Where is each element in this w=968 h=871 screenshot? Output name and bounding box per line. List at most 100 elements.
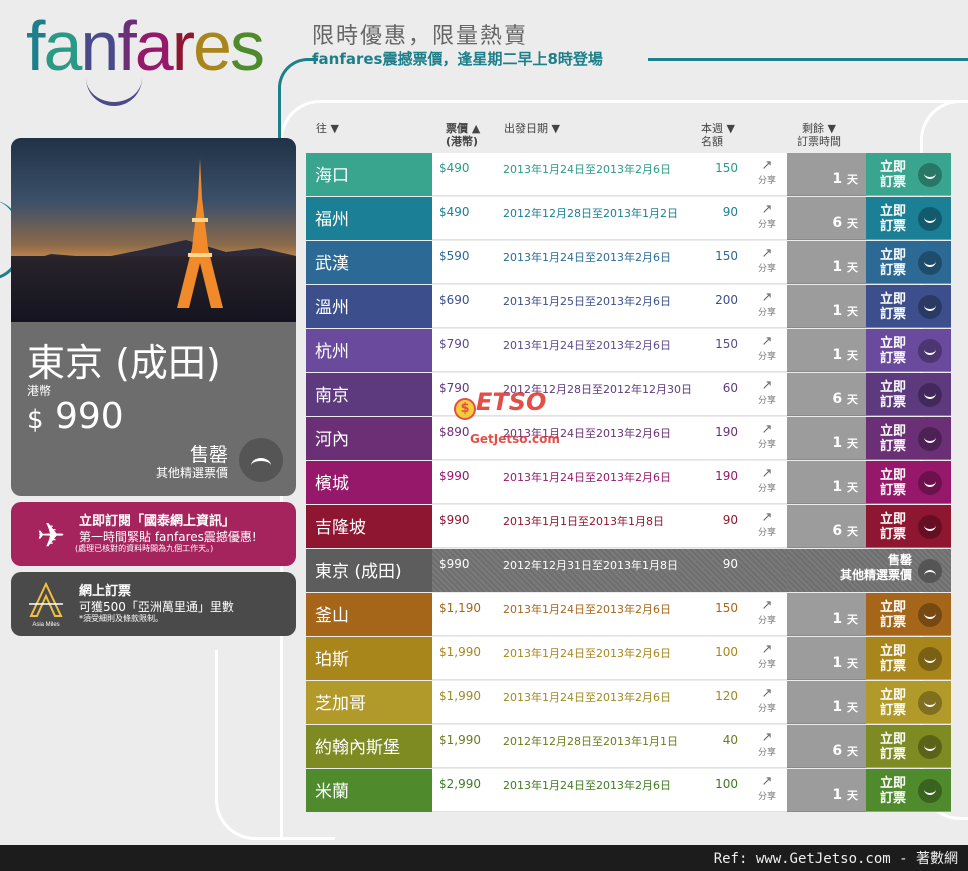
- share-button[interactable]: ↗ 分享: [752, 687, 782, 716]
- book-now-button[interactable]: 立即訂票: [866, 417, 951, 460]
- share-button[interactable]: ↗ 分享: [752, 379, 782, 408]
- featured-other-fares-link[interactable]: 其他精選票價: [156, 464, 228, 481]
- featured-sold-out: 售罄: [189, 444, 228, 466]
- book-now-button[interactable]: 立即訂票: [866, 153, 951, 196]
- fare-destination[interactable]: 檳城: [306, 461, 432, 504]
- share-button[interactable]: ↗ 分享: [752, 731, 782, 760]
- remaining-time: 1 天: [787, 241, 866, 284]
- book-now-button[interactable]: 立即訂票: [866, 285, 951, 328]
- fare-row[interactable]: 珀斯 $1,990 2013年1月24日至2013年2月6日 100 ↗ 分享 1 天立即訂…: [306, 637, 951, 680]
- fare-price: $2,990: [439, 777, 481, 791]
- fare-destination[interactable]: 芝加哥: [306, 681, 432, 724]
- fare-destination[interactable]: 海口: [306, 153, 432, 196]
- fare-row[interactable]: 福州 $490 2012年12月28日至2013年1月2日 90 ↗ 分享 6 天立即訂票: [306, 197, 951, 240]
- fare-destination[interactable]: 杭州: [306, 329, 432, 372]
- fare-destination[interactable]: 福州: [306, 197, 432, 240]
- fare-row[interactable]: 釜山 $1,190 2013年1月24日至2013年2月6日 150 ↗ 分享 1 天立即訂…: [306, 593, 951, 636]
- fare-price: $590: [439, 249, 470, 263]
- fare-row[interactable]: 米蘭 $2,990 2013年1月24日至2013年2月6日 100 ↗ 分享 1 天立即訂…: [306, 769, 951, 812]
- fare-row[interactable]: 約翰內斯堡 $1,990 2012年12月28日至2013年1月1日 40 ↗ 分享 6 天…: [306, 725, 951, 768]
- fare-destination[interactable]: 約翰內斯堡: [306, 725, 432, 768]
- sort-date-header[interactable]: 出發日期 ▼: [504, 122, 560, 135]
- share-button[interactable]: ↗ 分享: [752, 599, 782, 628]
- share-button[interactable]: ↗ 分享: [752, 467, 782, 496]
- fare-destination[interactable]: 東京 (成田): [306, 549, 432, 592]
- fare-destination[interactable]: 珀斯: [306, 637, 432, 680]
- fanfares-logo[interactable]: fanfares: [26, 6, 286, 106]
- book-now-button[interactable]: 立即訂票: [866, 373, 951, 416]
- share-button[interactable]: ↗ 分享: [752, 423, 782, 452]
- book-now-button[interactable]: 立即訂票: [866, 241, 951, 284]
- smile-icon: [918, 779, 942, 803]
- share-button[interactable]: ↗ 分享: [752, 291, 782, 320]
- book-now-button[interactable]: 立即訂票: [866, 637, 951, 680]
- book-now-button[interactable]: 立即訂票: [866, 681, 951, 724]
- book-now-button[interactable]: 立即訂票: [866, 593, 951, 636]
- share-button[interactable]: ↗ 分享: [752, 335, 782, 364]
- smile-icon: [918, 471, 942, 495]
- fare-destination[interactable]: 吉隆坡: [306, 505, 432, 548]
- smile-icon: [918, 163, 942, 187]
- fare-destination[interactable]: 溫州: [306, 285, 432, 328]
- fare-destination[interactable]: 釜山: [306, 593, 432, 636]
- featured-destination-name: 東京 (成田): [27, 341, 221, 385]
- featured-price-value: 990: [55, 396, 124, 437]
- asia-miles-promo-banner[interactable]: Asia Miles 網上訂票 可獲500「亞洲萬里通」里數 *須受細則及條款限…: [11, 572, 296, 636]
- featured-smile-button[interactable]: [239, 438, 283, 482]
- promo-subscribe-title: 立即訂閱「國泰網上資訊」: [79, 514, 236, 529]
- share-button[interactable]: ↗ 分享: [752, 247, 782, 276]
- fare-seats: 90: [722, 205, 738, 219]
- fare-price: $490: [439, 161, 470, 175]
- fare-row[interactable]: 芝加哥 $1,990 2013年1月24日至2013年2月6日 120 ↗ 分享 1 天立即…: [306, 681, 951, 724]
- fare-row[interactable]: 杭州 $790 2013年1月24日至2013年2月6日 150 ↗ 分享 1 天立即訂票: [306, 329, 951, 372]
- book-now-label: 立即訂票: [880, 688, 907, 718]
- book-now-button[interactable]: 立即訂票: [866, 461, 951, 504]
- book-now-button[interactable]: 立即訂票: [866, 197, 951, 240]
- fare-travel-dates: 2013年1月1日至2013年1月8日: [503, 515, 664, 528]
- remaining-unit: 天: [847, 349, 858, 362]
- share-button[interactable]: ↗ 分享: [752, 159, 782, 188]
- sort-remain-header[interactable]: 剩餘 ▼ 訂票時間: [797, 122, 841, 148]
- sold-out-label[interactable]: 售罄 其他精選票價: [787, 553, 912, 583]
- share-arrow-icon: ↗: [761, 422, 773, 437]
- fare-row[interactable]: 武漢 $590 2013年1月24日至2013年2月6日 150 ↗ 分享 1 天立即訂票: [306, 241, 951, 284]
- remaining-time: 1 天: [787, 417, 866, 460]
- fare-row[interactable]: 海口 $490 2013年1月24日至2013年2月6日 150 ↗ 分享 1 天立即訂票: [306, 153, 951, 196]
- fare-price: $1,990: [439, 689, 481, 703]
- share-button[interactable]: ↗ 分享: [752, 203, 782, 232]
- share-button[interactable]: ↗ 分享: [752, 643, 782, 672]
- fare-price: $1,990: [439, 645, 481, 659]
- fare-price: $490: [439, 205, 470, 219]
- share-arrow-icon: ↗: [761, 334, 773, 349]
- remaining-days: 1: [832, 171, 843, 187]
- book-now-button[interactable]: 立即訂票: [866, 725, 951, 768]
- sort-seats-header[interactable]: 本週 ▼ 名額: [701, 122, 735, 148]
- share-button[interactable]: ↗ 分享: [752, 511, 782, 540]
- share-arrow-icon: ↗: [761, 246, 773, 261]
- featured-destination-card[interactable]: 東京 (成田) 港幣 $ 990 售罄 其他精選票價: [11, 138, 296, 496]
- book-now-button[interactable]: 立即訂票: [866, 505, 951, 548]
- fare-row[interactable]: 河內 $890 2013年1月24日至2013年2月6日 190 ↗ 分享 1 天立即訂票: [306, 417, 951, 460]
- fare-destination[interactable]: 米蘭: [306, 769, 432, 812]
- sort-price-header[interactable]: 票價 ▲ (港幣): [446, 122, 480, 148]
- fare-row[interactable]: 東京 (成田) $990 2012年12月31日至2013年1月8日 90 售罄 其他精選…: [306, 549, 951, 592]
- sort-destination-header[interactable]: 往 ▼: [316, 122, 339, 135]
- fare-seats: 150: [715, 161, 738, 175]
- book-now-button[interactable]: 立即訂票: [866, 329, 951, 372]
- fare-row[interactable]: 南京 $790 2012年12月28日至2012年12月30日 60 ↗ 分享 6 天立即訂…: [306, 373, 951, 416]
- share-button[interactable]: ↗ 分享: [752, 775, 782, 804]
- fare-price: $990: [439, 513, 470, 527]
- remaining-unit: 天: [847, 217, 858, 230]
- fare-travel-dates: 2012年12月28日至2013年1月1日: [503, 735, 678, 748]
- subscribe-promo-banner[interactable]: ✈ 立即訂閱「國泰網上資訊」 第一時間緊貼 fanfares震撼優惠! (處理已…: [11, 502, 296, 566]
- fare-row[interactable]: 吉隆坡 $990 2013年1月1日至2013年1月8日 90 ↗ 分享 6 天立即訂票: [306, 505, 951, 548]
- fare-details: $490 2013年1月24日至2013年2月6日 150 ↗ 分享: [432, 153, 787, 196]
- fare-row[interactable]: 溫州 $690 2013年1月25日至2013年2月6日 200 ↗ 分享 1 天立即訂票: [306, 285, 951, 328]
- remain-header-sub: 訂票時間: [797, 135, 841, 148]
- remaining-time: 1 天: [787, 285, 866, 328]
- fare-row[interactable]: 檳城 $990 2013年1月24日至2013年2月6日 190 ↗ 分享 1 天立即訂票: [306, 461, 951, 504]
- share-label: 分享: [757, 616, 776, 626]
- fare-destination[interactable]: 武漢: [306, 241, 432, 284]
- book-now-button[interactable]: 立即訂票: [866, 769, 951, 812]
- remaining-unit: 天: [847, 481, 858, 494]
